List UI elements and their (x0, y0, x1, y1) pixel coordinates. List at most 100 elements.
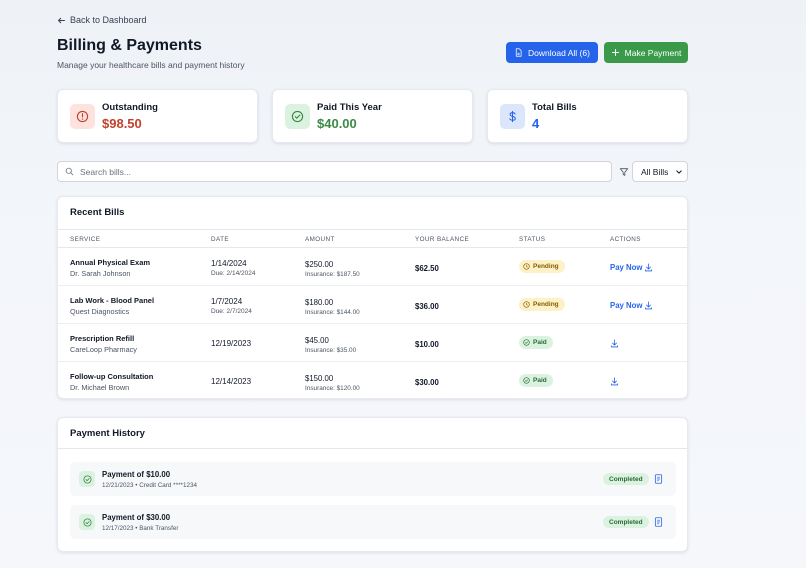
stat-card-outstanding: Outstanding $98.50 (57, 89, 258, 143)
stat-card-total-bills: Total Bills 4 (487, 89, 688, 143)
download-icon[interactable] (644, 263, 653, 272)
receipt-icon[interactable] (654, 474, 663, 484)
provider-name: Dr. Michael Brown (70, 383, 130, 392)
bill-date: 1/14/2024 (211, 259, 247, 268)
column-header: YOUR BALANCE (415, 236, 470, 243)
payment-detail: 12/21/2023 • Credit Card ****1234 (102, 482, 197, 489)
column-header: AMOUNT (305, 236, 335, 243)
stat-value: 4 (532, 115, 540, 131)
chevron-down-icon (676, 170, 682, 174)
service-name: Follow-up Consultation (70, 372, 154, 381)
alert-circle-icon (70, 103, 95, 129)
payment-title: Payment of $10.00 (102, 470, 171, 479)
your-balance: $62.50 (415, 264, 439, 273)
dollar-icon (500, 103, 525, 129)
page-title: Billing & Payments (57, 37, 202, 54)
back-label: Back to Dashboard (70, 15, 147, 25)
insurance-amount: Insurance: $120.00 (305, 385, 360, 392)
status-label: Pending (533, 301, 559, 308)
payment-history-card: Payment History Payment of $10.00 12/21/… (57, 417, 688, 552)
check-circle-icon (523, 339, 530, 346)
service-name: Lab Work - Blood Panel (70, 296, 155, 305)
download-all-label: Download All (6) (528, 47, 590, 58)
download-icon[interactable] (610, 339, 619, 348)
download-all-button[interactable]: Download All (6) (506, 42, 598, 63)
column-header: ACTIONS (610, 236, 641, 243)
check-circle-icon (285, 103, 310, 129)
recent-bills-title: Recent Bills (70, 207, 125, 218)
clock-icon (523, 301, 530, 308)
due-date: Due: 2/14/2024 (211, 270, 256, 277)
clock-icon (523, 263, 530, 270)
back-to-dashboard-link[interactable]: Back to Dashboard (57, 15, 147, 25)
bill-amount: $180.00 (305, 298, 334, 307)
plus-icon (611, 48, 619, 57)
status-badge: Pending (519, 298, 565, 311)
your-balance: $36.00 (415, 302, 439, 311)
pay-now-link[interactable]: Pay Now (610, 301, 643, 310)
table-row: Prescription Refill CareLoop Pharmacy 12… (58, 324, 687, 362)
your-balance: $30.00 (415, 378, 439, 387)
payment-history-title: Payment History (70, 428, 145, 439)
stat-label: Total Bills (532, 101, 577, 113)
bill-date: 12/19/2023 (211, 339, 252, 348)
column-header: SERVICE (70, 236, 101, 243)
status-badge: Paid (519, 374, 553, 387)
download-icon[interactable] (610, 377, 619, 386)
divider (58, 448, 687, 449)
provider-name: Dr. Sarah Johnson (70, 269, 131, 278)
table-row: Lab Work - Blood Panel Quest Diagnostics… (58, 286, 687, 324)
file-icon (515, 48, 522, 57)
bill-amount: $45.00 (305, 336, 329, 345)
status-badge: Paid (519, 336, 553, 349)
status-badge: Completed (603, 473, 649, 485)
provider-name: CareLoop Pharmacy (70, 345, 137, 354)
due-date: Due: 2/7/2024 (211, 308, 252, 315)
payment-title: Payment of $30.00 (102, 513, 171, 522)
service-name: Annual Physical Exam (70, 258, 151, 267)
insurance-amount: Insurance: $144.00 (305, 309, 360, 316)
status-badge: Pending (519, 260, 565, 273)
bill-amount: $150.00 (305, 374, 334, 383)
bills-table-header: SERVICE DATE AMOUNT YOUR BALANCE STATUS … (58, 229, 687, 248)
bill-date: 12/14/2023 (211, 377, 252, 386)
stat-value: $98.50 (102, 115, 142, 131)
check-circle-icon (523, 377, 530, 384)
status-label: Paid (533, 339, 547, 346)
column-header: DATE (211, 236, 229, 243)
check-circle-icon (79, 514, 95, 530)
status-label: Paid (533, 377, 547, 384)
download-icon[interactable] (644, 301, 653, 310)
arrow-left-icon (58, 17, 65, 23)
insurance-amount: Insurance: $35.00 (305, 347, 357, 354)
search-bar (57, 161, 612, 182)
check-circle-icon (79, 471, 95, 487)
search-input[interactable] (80, 166, 580, 177)
payment-detail: 12/17/2023 • Bank Transfer (102, 525, 179, 532)
page-subtitle: Manage your healthcare bills and payment… (57, 60, 245, 70)
make-payment-button[interactable]: Make Payment (604, 42, 688, 63)
stat-card-paid-this-year: Paid This Year $40.00 (272, 89, 473, 143)
bill-filter-select[interactable]: All Bills (632, 161, 688, 182)
list-item: Payment of $30.00 12/17/2023 • Bank Tran… (70, 505, 676, 539)
recent-bills-card: Recent Bills SERVICE DATE AMOUNT YOUR BA… (57, 196, 688, 399)
search-icon (65, 167, 74, 176)
stat-label: Outstanding (102, 101, 158, 113)
receipt-icon[interactable] (654, 517, 663, 527)
provider-name: Quest Diagnostics (70, 307, 130, 316)
stat-value: $40.00 (317, 115, 357, 131)
service-name: Prescription Refill (70, 334, 135, 343)
your-balance: $10.00 (415, 340, 439, 349)
bill-date: 1/7/2024 (211, 297, 243, 306)
insurance-amount: Insurance: $187.50 (305, 271, 360, 278)
status-badge: Completed (603, 516, 649, 528)
column-header: STATUS (519, 236, 546, 243)
make-payment-label: Make Payment (624, 47, 682, 58)
filter-icon (619, 168, 629, 176)
bill-filter-value: All Bills (641, 166, 669, 177)
status-label: Pending (533, 263, 559, 270)
pay-now-link[interactable]: Pay Now (610, 263, 643, 272)
bill-amount: $250.00 (305, 260, 334, 269)
table-row: Annual Physical Exam Dr. Sarah Johnson 1… (58, 248, 687, 286)
list-item: Payment of $10.00 12/21/2023 • Credit Ca… (70, 462, 676, 496)
